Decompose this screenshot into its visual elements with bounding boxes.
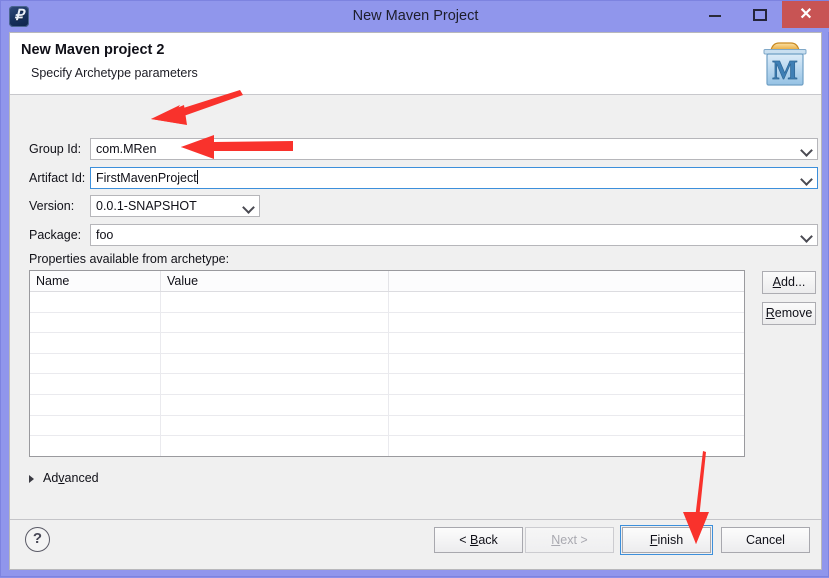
package-value: foo	[96, 225, 113, 245]
text-caret	[197, 170, 198, 184]
properties-table[interactable]: Name Value	[29, 270, 745, 457]
page-title: New Maven project 2	[21, 42, 164, 58]
table-cell[interactable]	[30, 354, 160, 374]
column-header-name[interactable]: Name	[30, 271, 160, 291]
table-cell[interactable]	[389, 354, 744, 374]
table-cell[interactable]	[30, 333, 160, 353]
table-cell[interactable]	[161, 436, 388, 456]
table-cell[interactable]	[389, 436, 744, 456]
table-row[interactable]	[30, 395, 744, 416]
table-row[interactable]	[30, 292, 744, 313]
properties-label: Properties available from archetype:	[29, 252, 229, 266]
group-id-label: Group Id:	[29, 142, 81, 156]
table-cell[interactable]	[389, 416, 744, 436]
artifact-id-combo[interactable]: FirstMavenProject	[90, 167, 818, 189]
table-cell[interactable]	[389, 292, 744, 312]
add-property-button[interactable]: Add...	[762, 271, 816, 294]
table-cell[interactable]	[389, 374, 744, 394]
chevron-right-icon[interactable]	[29, 475, 34, 483]
chevron-down-icon[interactable]	[800, 229, 813, 242]
package-combo[interactable]: foo	[90, 224, 818, 246]
artifact-id-label: Artifact Id:	[29, 171, 85, 185]
svg-text:M: M	[772, 55, 797, 85]
table-cell[interactable]	[161, 416, 388, 436]
table-cell[interactable]	[161, 354, 388, 374]
chevron-down-icon[interactable]	[800, 172, 813, 185]
advanced-label: Advanced	[43, 471, 99, 485]
version-label: Version:	[29, 199, 74, 213]
back-button-label: < Back	[459, 533, 498, 547]
add-button-label: Add...	[773, 275, 806, 289]
version-value: 0.0.1-SNAPSHOT	[96, 196, 197, 216]
table-cell[interactable]	[30, 313, 160, 333]
group-id-value: com.MRen	[96, 139, 156, 159]
table-cell[interactable]	[389, 395, 744, 415]
table-row[interactable]	[30, 354, 744, 375]
table-cell[interactable]	[161, 374, 388, 394]
maximize-button[interactable]	[737, 1, 782, 28]
table-row[interactable]	[30, 416, 744, 437]
close-button[interactable]: ✕	[782, 1, 829, 28]
title-bar: ₽ New Maven Project ✕	[1, 1, 829, 32]
minimize-button[interactable]	[692, 1, 737, 28]
table-cell[interactable]	[161, 292, 388, 312]
table-row[interactable]	[30, 374, 744, 395]
footer-divider	[10, 519, 821, 520]
table-cell[interactable]	[161, 395, 388, 415]
table-cell[interactable]	[30, 416, 160, 436]
dialog-body: New Maven project 2 Specify Archetype pa…	[9, 32, 822, 570]
table-header-row: Name Value	[30, 271, 744, 292]
table-cell[interactable]	[161, 313, 388, 333]
package-label: Package:	[29, 228, 81, 242]
cancel-button[interactable]: Cancel	[721, 527, 810, 553]
table-row[interactable]	[30, 313, 744, 334]
table-cell[interactable]	[30, 374, 160, 394]
column-header-value[interactable]: Value	[161, 271, 388, 291]
next-button: Next >	[525, 527, 614, 553]
next-button-label: Next >	[551, 533, 587, 547]
table-cell[interactable]	[161, 333, 388, 353]
close-icon: ✕	[782, 1, 829, 28]
maven-project-icon: M	[757, 36, 813, 92]
remove-property-button[interactable]: Remove	[762, 302, 816, 325]
minimize-icon	[709, 15, 721, 17]
maven-wizard-window: ₽ New Maven Project ✕ New Maven project …	[0, 0, 829, 577]
table-cell[interactable]	[30, 292, 160, 312]
table-cell[interactable]	[389, 313, 744, 333]
help-icon[interactable]: ?	[25, 527, 50, 552]
version-combo[interactable]: 0.0.1-SNAPSHOT	[90, 195, 260, 217]
group-id-combo[interactable]: com.MRen	[90, 138, 818, 160]
finish-button[interactable]: Finish	[622, 527, 711, 553]
wizard-header: New Maven project 2 Specify Archetype pa…	[10, 33, 821, 95]
table-row[interactable]	[30, 436, 744, 457]
cancel-button-label: Cancel	[746, 533, 785, 547]
back-button[interactable]: < Back	[434, 527, 523, 553]
maximize-icon	[753, 9, 767, 21]
chevron-down-icon[interactable]	[242, 200, 255, 213]
table-cell[interactable]	[30, 395, 160, 415]
remove-button-label: Remove	[766, 306, 813, 320]
artifact-id-value: FirstMavenProject	[96, 168, 198, 188]
table-row[interactable]	[30, 333, 744, 354]
table-cell[interactable]	[30, 436, 160, 456]
column-header-extra[interactable]	[389, 271, 744, 291]
chevron-down-icon[interactable]	[800, 143, 813, 156]
table-cell[interactable]	[389, 333, 744, 353]
page-subtitle: Specify Archetype parameters	[31, 66, 198, 80]
finish-button-label: Finish	[650, 533, 683, 547]
